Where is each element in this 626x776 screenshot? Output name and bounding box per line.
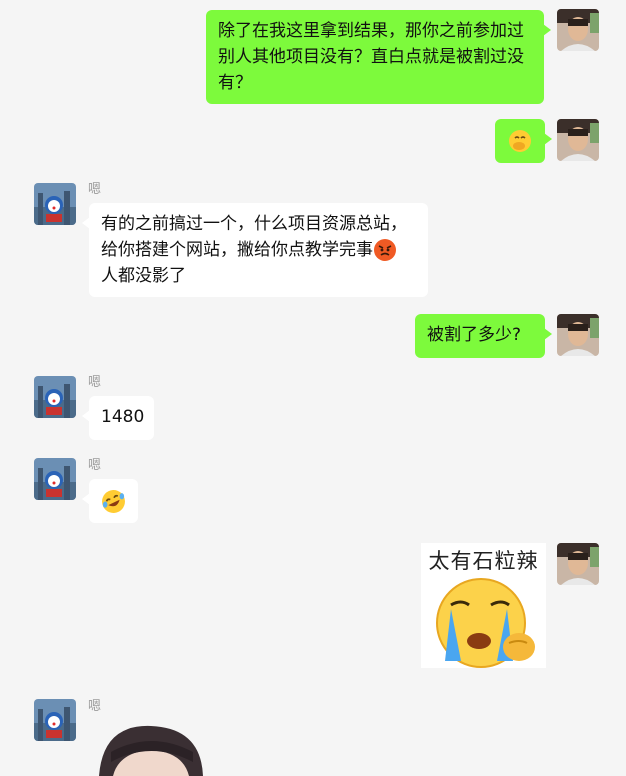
contact-avatar[interactable]: [34, 699, 76, 741]
message-bubble-other[interactable]: [82, 479, 138, 523]
crying-face-sticker-icon: [436, 578, 535, 668]
contact-avatar[interactable]: [34, 376, 76, 418]
message-text: 1480: [101, 407, 145, 427]
self-avatar[interactable]: [557, 119, 599, 161]
contact-avatar[interactable]: [34, 183, 76, 225]
message-bubble-other[interactable]: 1480: [82, 396, 154, 440]
message-text: 除了在我这里拿到结果，那你之前参加过别人其他项目没有？直白点就是被割过没有？: [218, 21, 524, 93]
self-avatar[interactable]: [557, 314, 599, 356]
angry-face-icon: [374, 239, 396, 261]
message-text: 有的之前搞过一个，什么项目资源总站，给你搭建个网站，撇给你点教学完事: [101, 214, 407, 260]
message-bubble-self[interactable]: [495, 119, 552, 163]
sender-name: 嗯: [88, 182, 102, 197]
message-bubble-other[interactable]: 有的之前搞过一个，什么项目资源总站，给你搭建个网站，撇给你点教学完事 人都没影了: [82, 203, 428, 297]
face-with-hand-over-mouth-icon: [509, 130, 531, 152]
message-text-continued: 人都没影了: [101, 266, 186, 286]
photo-of-person-icon: [99, 725, 203, 776]
contact-avatar[interactable]: [34, 458, 76, 500]
message-bubble-self[interactable]: 除了在我这里拿到结果，那你之前参加过别人其他项目没有？直白点就是被割过没有？: [206, 10, 551, 104]
message-bubble-self[interactable]: 被割了多少?: [415, 314, 552, 358]
sender-name: 嗯: [88, 699, 102, 714]
self-avatar[interactable]: [557, 9, 599, 51]
rolling-laughing-face-icon: [102, 489, 125, 513]
self-avatar[interactable]: [557, 543, 599, 585]
message-text: 被割了多少?: [427, 325, 522, 345]
sender-name: 嗯: [88, 375, 102, 390]
image-message[interactable]: [89, 722, 214, 776]
sticker-message[interactable]: 太有石粒辣: [421, 543, 546, 668]
sender-name: 嗯: [88, 458, 102, 473]
